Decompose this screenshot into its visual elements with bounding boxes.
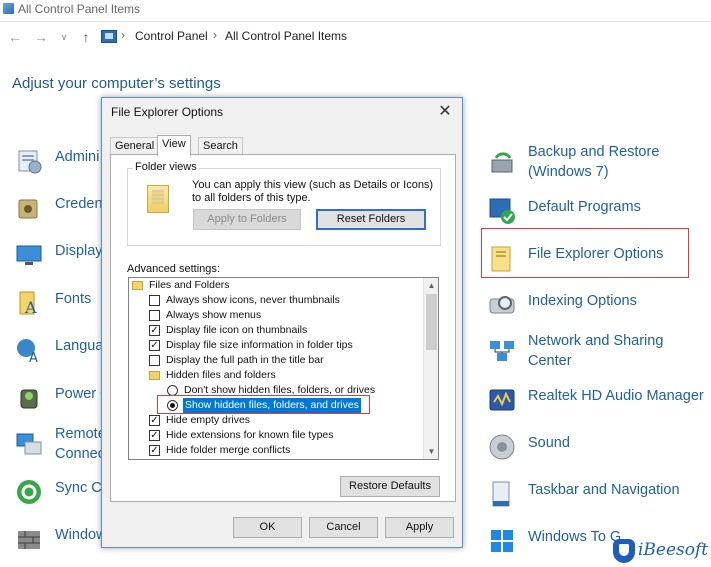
restore-defaults-button[interactable]: Restore Defaults xyxy=(340,476,440,497)
dialog-title: File Explorer Options xyxy=(111,105,224,119)
tree-node-label: Files and Folders xyxy=(149,279,230,291)
folder-views-title: Folder views xyxy=(133,161,199,173)
remote-connections-icon xyxy=(15,430,43,458)
cp-item-label[interactable]: Window xyxy=(55,525,107,545)
sync-center-icon xyxy=(15,478,43,506)
file-explorer-options-dialog: File Explorer Options ✕ General View Sea… xyxy=(101,97,463,548)
checkbox-checked[interactable]: ✓ xyxy=(149,445,160,456)
cp-item-label[interactable]: Network and Sharing xyxy=(528,331,663,351)
arrow-right-icon[interactable]: → xyxy=(32,28,50,46)
scroll-thumb[interactable] xyxy=(426,294,437,350)
power-options-icon xyxy=(15,384,43,412)
scroll-up-icon[interactable]: ▲ xyxy=(424,278,438,293)
window-title: All Control Panel Items xyxy=(18,2,141,16)
reset-folders-button[interactable]: Reset Folders xyxy=(316,209,426,230)
option-label: Display the full path in the title bar xyxy=(166,354,324,366)
watermark-text: iBeesoft xyxy=(638,540,709,560)
checkbox-checked[interactable]: ✓ xyxy=(149,340,160,351)
cp-item-label[interactable]: Remote xyxy=(55,424,106,444)
option-label: Always show menus xyxy=(166,309,262,321)
cp-item-label[interactable]: Default Programs xyxy=(528,197,641,217)
realtek-audio-icon xyxy=(488,386,516,414)
arrow-left-icon[interactable]: ← xyxy=(6,28,24,46)
highlight-annotation xyxy=(157,395,370,414)
backup-restore-icon xyxy=(488,148,516,176)
administrative-tools-icon xyxy=(15,147,43,175)
checkbox-checked[interactable]: ✓ xyxy=(149,325,160,336)
breadcrumb-separator-icon[interactable]: › xyxy=(213,28,217,42)
folder-views-icon xyxy=(147,185,169,213)
default-programs-icon xyxy=(488,197,516,225)
cp-item-label[interactable]: Sound xyxy=(528,433,570,453)
titlebar-divider xyxy=(0,21,711,22)
page-title: Adjust your computer’s settings xyxy=(12,75,221,92)
windows-to-go-icon xyxy=(488,527,516,555)
breadcrumb-separator-icon[interactable]: › xyxy=(121,28,125,42)
cp-item-label[interactable]: Creden xyxy=(55,194,103,214)
option-label: Hide empty drives xyxy=(166,414,251,426)
scroll-down-icon[interactable]: ▼ xyxy=(424,444,438,459)
option-label: Hide folder merge conflicts xyxy=(166,444,291,456)
advanced-settings-tree[interactable]: Files and Folders Always show icons, nev… xyxy=(128,277,439,460)
folder-icon xyxy=(132,281,143,290)
checkbox[interactable] xyxy=(149,295,160,306)
address-bar: ← → ∨ ↑ › Control Panel › All Control Pa… xyxy=(0,24,711,50)
display-icon xyxy=(15,241,43,269)
cp-item-label-line2[interactable]: Center xyxy=(528,351,572,371)
cp-item-label[interactable]: Indexing Options xyxy=(528,291,637,311)
tree-scrollbar[interactable]: ▲ ▼ xyxy=(423,278,438,459)
option-label: Hide extensions for known file types xyxy=(166,429,334,441)
cp-item-label[interactable]: Admini xyxy=(55,147,99,167)
control-panel-location-icon xyxy=(101,30,117,43)
folder-icon xyxy=(149,371,160,380)
tree-node-label: Hidden files and folders xyxy=(166,369,276,381)
tab-view[interactable]: View xyxy=(157,135,191,156)
cp-item-label[interactable]: Realtek HD Audio Manager xyxy=(528,386,704,406)
folder-views-description: You can apply this view (such as Details… xyxy=(192,179,434,204)
cp-item-label[interactable]: Backup and Restore xyxy=(528,142,659,162)
svg-text:A: A xyxy=(24,298,37,317)
tab-search[interactable]: Search xyxy=(198,137,243,155)
breadcrumb-all-items[interactable]: All Control Panel Items xyxy=(225,29,347,43)
language-icon: A xyxy=(15,336,43,366)
breadcrumb[interactable]: › Control Panel › All Control Panel Item… xyxy=(99,27,711,47)
option-label: Display file size information in folder … xyxy=(166,339,353,351)
cp-item-label[interactable]: Display xyxy=(55,241,103,261)
checkbox-checked[interactable]: ✓ xyxy=(149,430,160,441)
windows-firewall-icon xyxy=(15,525,43,553)
arrow-up-icon[interactable]: ↑ xyxy=(77,28,95,46)
window-titlebar: All Control Panel Items xyxy=(0,0,711,20)
cp-item-label[interactable]: Fonts xyxy=(55,289,91,309)
taskbar-icon xyxy=(488,480,516,508)
option-label: Always show icons, never thumbnails xyxy=(166,294,340,306)
advanced-settings-label: Advanced settings: xyxy=(127,263,220,275)
option-label: Display file icon on thumbnails xyxy=(166,324,308,336)
cp-item-label[interactable]: Windows To G xyxy=(528,527,621,547)
indexing-options-icon xyxy=(488,291,516,319)
ok-button[interactable]: OK xyxy=(233,517,302,538)
network-sharing-icon xyxy=(488,337,516,365)
cp-item-label-line2[interactable]: Connec xyxy=(55,444,105,464)
checkbox-checked[interactable]: ✓ xyxy=(149,415,160,426)
cp-item-label[interactable]: Langua xyxy=(55,336,103,356)
chevron-down-icon[interactable]: ∨ xyxy=(55,28,73,46)
tab-general[interactable]: General xyxy=(110,137,160,155)
svg-text:A: A xyxy=(29,351,38,364)
sound-icon xyxy=(488,433,516,461)
apply-to-folders-button[interactable]: Apply to Folders xyxy=(193,209,301,230)
highlight-annotation xyxy=(481,228,689,278)
fonts-icon: A xyxy=(15,289,43,317)
breadcrumb-control-panel[interactable]: Control Panel xyxy=(135,29,208,43)
apply-button[interactable]: Apply xyxy=(385,517,454,538)
checkbox[interactable] xyxy=(149,355,160,366)
ibeesoft-logo-icon xyxy=(613,539,635,563)
checkbox[interactable] xyxy=(149,310,160,321)
close-icon[interactable]: ✕ xyxy=(436,101,454,121)
cp-item-label-line2[interactable]: (Windows 7) xyxy=(528,162,609,182)
cancel-button[interactable]: Cancel xyxy=(309,517,378,538)
control-panel-icon xyxy=(3,3,14,14)
credential-manager-icon xyxy=(15,194,43,222)
cp-item-label[interactable]: Taskbar and Navigation xyxy=(528,480,680,500)
